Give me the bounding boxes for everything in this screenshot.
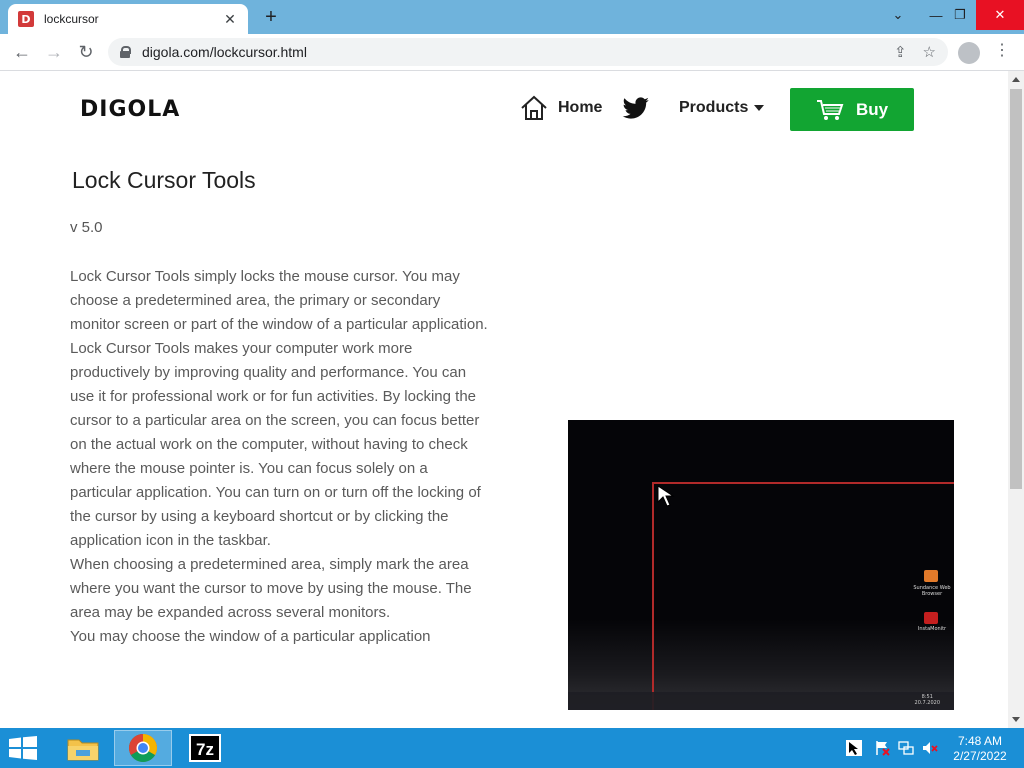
site-favicon-icon: D: [18, 11, 34, 27]
lock-cursor-tray-icon[interactable]: [846, 740, 862, 756]
browser-app-icon: [924, 570, 938, 582]
chrome-taskbar-button[interactable]: [114, 730, 172, 766]
new-tab-plus-icon[interactable]: +: [260, 6, 282, 28]
page-scrollbar[interactable]: [1008, 71, 1024, 728]
flag-notification-icon[interactable]: [874, 740, 890, 756]
product-screenshot: Sundance Web Browser InstaMonitr 8:51 20…: [568, 420, 954, 710]
taskbar-clock[interactable]: 7:48 AM 2/27/2022: [948, 734, 1012, 764]
site-logo[interactable]: DIGOLA: [80, 97, 180, 122]
windows-taskbar: 7z 7:48 AM 2/27/2022: [0, 728, 1024, 768]
description-paragraph: You may choose the window of a particula…: [70, 628, 431, 645]
desktop-icon-label: Sundance Web Browser: [913, 585, 951, 597]
buy-button[interactable]: Buy: [790, 88, 914, 131]
file-explorer-taskbar-button[interactable]: [54, 730, 112, 766]
network-icon[interactable]: [898, 740, 914, 756]
windows-start-icon[interactable]: [8, 736, 38, 760]
tab-title: lockcursor: [44, 12, 99, 26]
description-paragraph: Lock Cursor Tools makes your computer wo…: [70, 340, 481, 549]
browser-toolbar: ← → ↻ digola.com/lockcursor.html ⇪ ☆ ⋮: [0, 34, 1024, 71]
url-text[interactable]: digola.com/lockcursor.html: [142, 44, 307, 60]
nav-home-link[interactable]: Home: [520, 95, 602, 121]
back-arrow-icon[interactable]: ←: [10, 40, 34, 64]
page-title: Lock Cursor Tools: [72, 167, 256, 193]
description-paragraph: When choosing a predetermined area, simp…: [70, 556, 472, 621]
volume-muted-icon[interactable]: [922, 740, 938, 756]
restore-icon[interactable]: ❐: [940, 0, 980, 30]
nav-home-label: Home: [558, 99, 603, 116]
desktop-icon-label: InstaMonitr: [917, 626, 947, 632]
page-viewport: DIGOLA Home Products Buy Lock Cursor Too…: [0, 71, 1008, 728]
7zip-icon: 7z: [189, 734, 221, 762]
profile-avatar-icon[interactable]: [958, 42, 980, 64]
bookmark-star-icon[interactable]: ☆: [923, 43, 936, 61]
folder-icon: [67, 739, 99, 761]
screenshot-taskbar: [568, 692, 954, 710]
forward-arrow-icon[interactable]: →: [42, 40, 66, 64]
scrollbar-thumb[interactable]: [1010, 89, 1022, 489]
browser-menu-icon[interactable]: ⋮: [994, 40, 1010, 60]
7zip-taskbar-button[interactable]: 7z: [176, 730, 234, 766]
shopping-cart-icon: [816, 99, 844, 120]
close-window-icon[interactable]: ✕: [976, 0, 1024, 30]
caret-down-icon: [754, 105, 765, 111]
browser-tabstrip: D lockcursor ✕ + ⌄ — ❐ ✕: [0, 0, 1024, 34]
description-text: Lock Cursor Tools simply locks the mouse…: [70, 265, 490, 649]
twitter-link[interactable]: [622, 97, 650, 126]
monitor-app-icon: [924, 612, 938, 624]
home-icon: [521, 95, 547, 120]
screenshot-date: 20.7.2020: [914, 700, 940, 706]
browser-tab[interactable]: D lockcursor ✕: [8, 4, 248, 34]
lock-area-rectangle: [652, 482, 954, 710]
buy-label: Buy: [855, 99, 889, 119]
clock-date: 2/27/2022: [953, 749, 1007, 763]
screenshot-clock: 8:51 20.7.2020: [915, 694, 940, 706]
tab-close-icon[interactable]: ✕: [222, 11, 238, 28]
svg-text:7z: 7z: [196, 740, 214, 759]
mouse-cursor-icon: [657, 485, 675, 507]
scroll-up-arrow-icon[interactable]: [1012, 77, 1020, 82]
lock-icon[interactable]: [120, 46, 131, 58]
tab-search-chevron-icon[interactable]: ⌄: [878, 0, 918, 30]
twitter-icon: [622, 97, 649, 119]
chrome-icon: [129, 734, 157, 762]
reload-icon[interactable]: ↻: [74, 40, 98, 64]
address-bar[interactable]: digola.com/lockcursor.html ⇪ ☆: [108, 38, 948, 66]
scroll-down-arrow-icon[interactable]: [1012, 717, 1020, 722]
description-paragraph: Lock Cursor Tools simply locks the mouse…: [70, 268, 488, 333]
clock-time: 7:48 AM: [957, 734, 1003, 748]
nav-products-label: Products: [679, 99, 749, 116]
nav-products-dropdown[interactable]: Products: [679, 99, 765, 117]
share-icon[interactable]: ⇪: [894, 43, 907, 61]
version-text: v 5.0: [70, 219, 103, 236]
